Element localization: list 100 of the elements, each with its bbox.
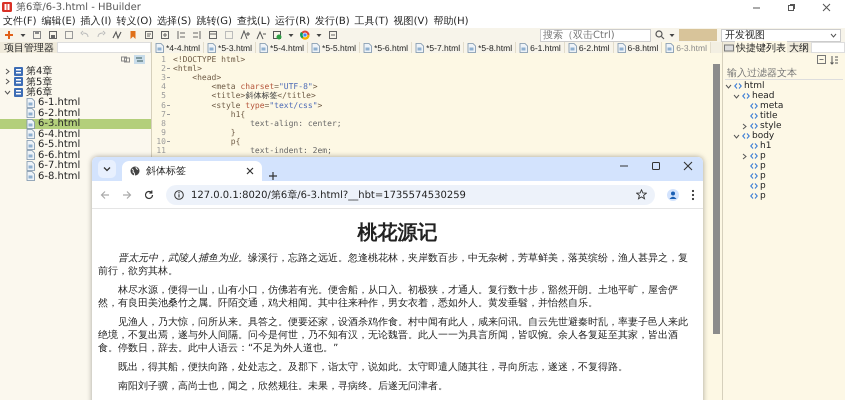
editor-tab[interactable]: 6-8.html: [614, 42, 662, 53]
editor-tab[interactable]: *5-6.html: [360, 42, 412, 53]
close-icon[interactable]: [683, 161, 693, 171]
star-icon[interactable]: [636, 189, 647, 200]
outline-item[interactable]: p: [723, 151, 766, 161]
menu-item[interactable]: 工具(T): [354, 14, 389, 28]
outline-item[interactable]: p: [723, 181, 766, 191]
fold-marker[interactable]: [167, 77, 170, 78]
menu-item[interactable]: 插入(I): [80, 14, 112, 28]
editor-tab[interactable]: 6-2.html: [564, 42, 614, 53]
fold-marker[interactable]: [167, 68, 170, 70]
tree-item[interactable]: 第6章: [0, 87, 52, 98]
run-icon[interactable]: [272, 30, 282, 40]
tree-item[interactable]: 6-8.html: [0, 171, 80, 182]
editor-tab[interactable]: *5-4.html: [256, 42, 308, 53]
menu-item[interactable]: 选择(S): [157, 14, 192, 28]
preview-icon[interactable]: [328, 30, 338, 40]
outline-item[interactable]: title: [723, 111, 778, 121]
tree-item[interactable]: 第4章: [0, 66, 52, 76]
editor-tab[interactable]: 6-1.html: [516, 42, 565, 53]
menu-item[interactable]: 编辑(E): [42, 14, 76, 28]
menu-item[interactable]: 转义(O): [116, 14, 152, 28]
scrollbar[interactable]: [713, 64, 720, 334]
outline-item[interactable]: p: [723, 171, 766, 181]
chevron-down-icon[interactable]: [733, 92, 740, 100]
editor-tab[interactable]: *5-7.html: [412, 42, 464, 53]
search-icon[interactable]: [655, 30, 665, 40]
fold-marker[interactable]: [167, 140, 170, 142]
tree-item[interactable]: 6-4.html: [0, 129, 80, 140]
menu-item[interactable]: 运行(R): [275, 14, 310, 28]
browser-icon[interactable]: [300, 30, 310, 40]
outdent-icon[interactable]: [192, 30, 202, 40]
menu-item[interactable]: 查找(L): [236, 14, 270, 28]
save-icon[interactable]: [32, 30, 42, 40]
close-icon[interactable]: [246, 167, 254, 175]
profile-icon[interactable]: [667, 188, 679, 200]
chevron-down-icon[interactable]: [830, 32, 837, 38]
outline-item[interactable]: h1: [723, 141, 772, 151]
font-larger-icon[interactable]: [240, 30, 250, 40]
outline-item[interactable]: head: [723, 91, 774, 101]
editor-tab[interactable]: *4-4.html: [152, 42, 204, 53]
menu-item[interactable]: 视图(V): [394, 14, 428, 28]
restore-icon[interactable]: [787, 2, 796, 12]
reload-icon[interactable]: [144, 190, 154, 200]
document-icon[interactable]: [160, 30, 170, 40]
panel-tab[interactable]: 快捷键列表: [735, 40, 787, 54]
menu-item[interactable]: 文件(F): [3, 14, 37, 28]
tree-item[interactable]: 6-2.html: [0, 108, 80, 118]
collapse-all-icon[interactable]: [817, 55, 826, 64]
tree-item[interactable]: 6-7.html: [0, 160, 80, 171]
window-icon[interactable]: [208, 30, 218, 40]
tree-item[interactable]: 6-3.html: [0, 118, 151, 129]
print-icon[interactable]: [64, 30, 74, 40]
editor-tab[interactable]: *5-3.html: [204, 42, 256, 53]
new-tab-icon[interactable]: [268, 171, 278, 181]
tree-item[interactable]: 6-6.html: [0, 150, 80, 160]
link-icon[interactable]: [121, 55, 130, 64]
maximize-icon[interactable]: [651, 161, 661, 171]
font-smaller-icon[interactable]: [256, 30, 266, 40]
chevron-down-icon[interactable]: [725, 82, 732, 90]
filter-field[interactable]: 输入过滤器文本: [725, 67, 843, 80]
chevron-right-icon[interactable]: [741, 152, 748, 160]
browser-tab[interactable]: 斜体标签: [122, 161, 262, 181]
address-bar[interactable]: 127.0.0.1:8020/第6章/6-3.html?__hbt=1735574530259: [166, 184, 655, 204]
outline-item[interactable]: meta: [723, 101, 784, 111]
plus-icon[interactable]: [4, 30, 14, 40]
perspective-dropdown[interactable]: 开发视图: [721, 28, 841, 42]
chevron-right-icon[interactable]: [741, 122, 748, 130]
zigzag-icon[interactable]: [112, 30, 122, 40]
search-field[interactable]: 搜索（双击Ctrl): [540, 28, 651, 42]
outline-item[interactable]: body: [723, 131, 774, 141]
sort-icon[interactable]: [830, 54, 839, 64]
project-icon: [14, 66, 23, 76]
tab-list-button[interactable]: [98, 160, 116, 178]
info-icon[interactable]: [174, 190, 184, 200]
outline-item[interactable]: style: [723, 121, 782, 131]
tree-item[interactable]: 6-1.html: [0, 98, 80, 108]
indent-icon[interactable]: [176, 30, 186, 40]
panel-tab[interactable]: 大纲: [788, 40, 810, 54]
chevron-right-icon[interactable]: [4, 68, 11, 75]
chevron-down-icon[interactable]: [733, 132, 740, 140]
close-icon[interactable]: [822, 2, 831, 12]
outline-item[interactable]: p: [723, 161, 766, 171]
chevron-right-icon[interactable]: [4, 78, 11, 86]
editor-tab[interactable]: *5-5.html: [308, 42, 360, 53]
line-number: 5: [161, 91, 166, 100]
menu-item[interactable]: 帮助(H): [433, 14, 469, 28]
sync-icon[interactable]: [134, 55, 145, 64]
menu-item[interactable]: 跳转(G): [196, 14, 232, 28]
more-icon[interactable]: [691, 188, 695, 200]
bookmark-icon[interactable]: [128, 30, 138, 40]
tree-item[interactable]: 6-5.html: [0, 140, 80, 150]
menu-item[interactable]: 发行(B): [315, 14, 350, 28]
tree-item[interactable]: 第5章: [0, 76, 52, 87]
chevron-down-icon[interactable]: [4, 88, 11, 96]
save-all-icon[interactable]: [48, 30, 58, 40]
outline-item[interactable]: p: [723, 191, 766, 201]
document-icon[interactable]: [144, 30, 154, 40]
editor-tab[interactable]: *5-8.html: [464, 42, 516, 53]
outline-item[interactable]: html: [723, 81, 765, 91]
